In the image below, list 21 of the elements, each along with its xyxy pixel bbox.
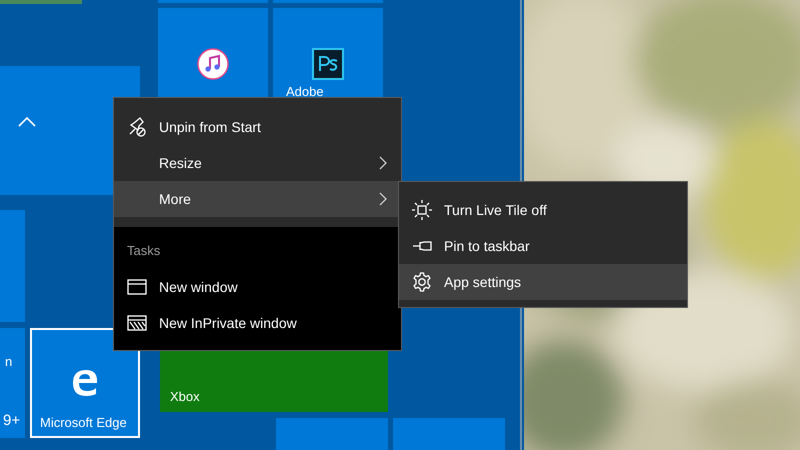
notification-count: 9+: [3, 410, 20, 430]
menu-item[interactable]: More: [114, 181, 401, 217]
tile[interactable]: Microsoft Edge: [30, 328, 140, 438]
tile[interactable]: [393, 418, 505, 450]
tile-label: Microsoft Edge: [40, 414, 127, 432]
sun-icon: [411, 199, 433, 221]
menu-item[interactable]: Turn Live Tile off: [399, 192, 687, 228]
photoshop-icon: [312, 48, 344, 80]
menu-item[interactable]: App settings: [399, 264, 687, 300]
tile-label: Xbox: [170, 388, 200, 406]
menu-item[interactable]: Resize: [114, 145, 401, 181]
tile-label: n: [5, 353, 12, 371]
tile[interactable]: [0, 210, 25, 322]
tile[interactable]: [276, 418, 388, 450]
music-note-icon: [197, 48, 229, 80]
tile[interactable]: n 9+: [0, 328, 25, 438]
tile-label: Adobe: [286, 83, 324, 101]
chevron-up-icon: [18, 116, 36, 128]
settings-icon: [411, 271, 433, 293]
menu-item[interactable]: Pin to taskbar: [399, 228, 687, 264]
section-header: Tasks: [126, 242, 160, 260]
